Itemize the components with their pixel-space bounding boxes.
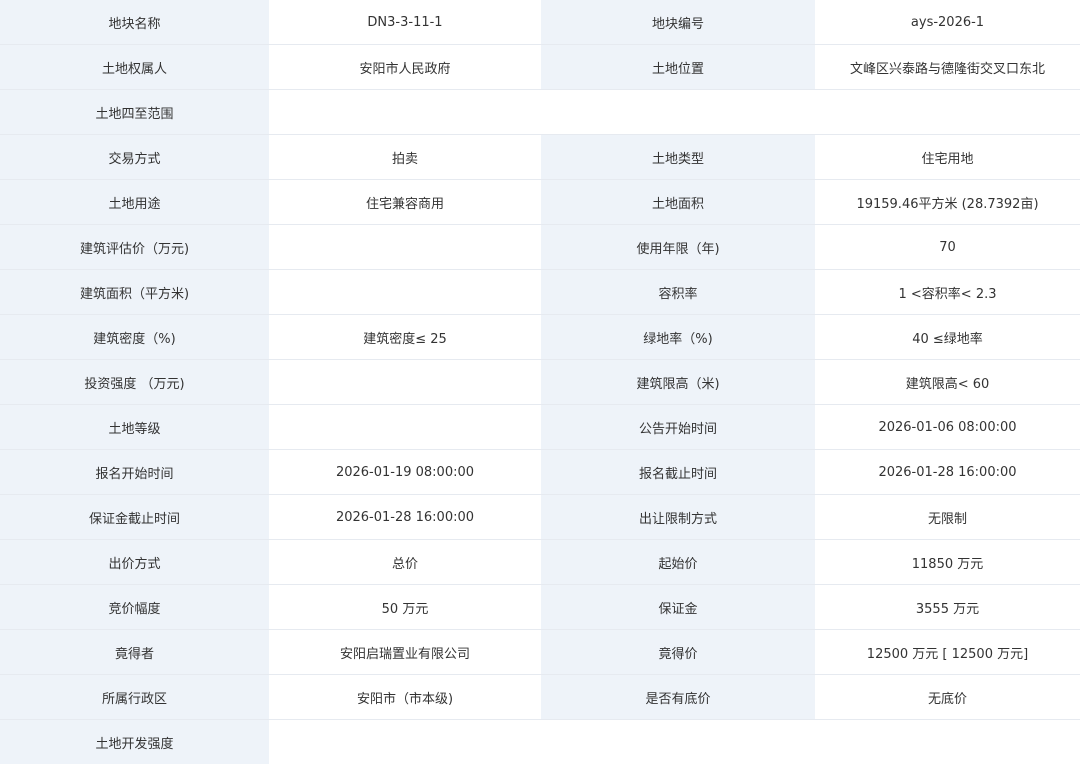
field-label: 出让限制方式 [541,495,815,540]
field-label: 土地开发强度 [0,720,269,764]
field-label: 土地等级 [0,405,269,450]
table-row: 所属行政区安阳市（市本级)是否有底价无底价 [0,675,1080,720]
table-row: 竞价幅度50 万元保证金3555 万元 [0,585,1080,630]
field-label: 建筑限高（米) [541,360,815,405]
field-value [269,720,1080,764]
field-value: 安阳市人民政府 [269,45,541,90]
table-row: 地块名称DN3-3-11-1地块编号ays-2026-1 [0,0,1080,45]
table-row: 土地权属人安阳市人民政府土地位置文峰区兴泰路与德隆街交叉口东北 [0,45,1080,90]
field-value: 安阳启瑞置业有限公司 [269,630,541,675]
field-value: 无底价 [815,675,1080,720]
table-row: 竟得者安阳启瑞置业有限公司竟得价12500 万元 [ 12500 万元] [0,630,1080,675]
field-label: 保证金 [541,585,815,630]
land-info-table: 地块名称DN3-3-11-1地块编号ays-2026-1土地权属人安阳市人民政府… [0,0,1080,764]
table-row: 建筑面积（平方米) 容积率1 <容积率< 2.3 [0,270,1080,315]
field-value [269,360,541,405]
field-value: 70 [815,225,1080,270]
field-value: 2026-01-06 08:00:00 [815,405,1080,450]
field-label: 土地位置 [541,45,815,90]
table-row: 报名开始时间2026-01-19 08:00:00报名截止时间2026-01-2… [0,450,1080,495]
field-label: 起始价 [541,540,815,585]
field-label: 报名开始时间 [0,450,269,495]
field-value [269,90,1080,135]
field-label: 容积率 [541,270,815,315]
table-row: 保证金截止时间2026-01-28 16:00:00出让限制方式无限制 [0,495,1080,540]
table-row: 出价方式总价起始价11850 万元 [0,540,1080,585]
table-row: 建筑密度（%)建筑密度≤ 25绿地率（%)40 ≤绿地率 [0,315,1080,360]
field-label: 公告开始时间 [541,405,815,450]
table-row: 交易方式拍卖土地类型住宅用地 [0,135,1080,180]
field-label: 投资强度 （万元) [0,360,269,405]
field-value [269,225,541,270]
table-row: 土地四至范围 [0,90,1080,135]
field-label: 使用年限（年) [541,225,815,270]
field-value: ays-2026-1 [815,0,1080,45]
field-value: 总价 [269,540,541,585]
field-label: 建筑评估价（万元) [0,225,269,270]
field-value: DN3-3-11-1 [269,0,541,45]
field-value: 12500 万元 [ 12500 万元] [815,630,1080,675]
field-value: 建筑密度≤ 25 [269,315,541,360]
field-value: 1 <容积率< 2.3 [815,270,1080,315]
field-value: 19159.46平方米 (28.7392亩) [815,180,1080,225]
table-row: 土地开发强度 [0,720,1080,764]
field-value: 拍卖 [269,135,541,180]
field-value: 40 ≤绿地率 [815,315,1080,360]
field-label: 是否有底价 [541,675,815,720]
field-value: 2026-01-19 08:00:00 [269,450,541,495]
field-value: 11850 万元 [815,540,1080,585]
field-label: 保证金截止时间 [0,495,269,540]
field-label: 竟得者 [0,630,269,675]
field-value: 住宅用地 [815,135,1080,180]
field-value [269,270,541,315]
field-label: 竟得价 [541,630,815,675]
field-label: 地块编号 [541,0,815,45]
field-value: 2026-01-28 16:00:00 [269,495,541,540]
field-value: 建筑限高< 60 [815,360,1080,405]
field-label: 建筑面积（平方米) [0,270,269,315]
field-label: 土地用途 [0,180,269,225]
table-row: 建筑评估价（万元) 使用年限（年)70 [0,225,1080,270]
field-value: 无限制 [815,495,1080,540]
field-label: 土地四至范围 [0,90,269,135]
field-value: 住宅兼容商用 [269,180,541,225]
field-value [269,405,541,450]
field-value: 2026-01-28 16:00:00 [815,450,1080,495]
field-label: 建筑密度（%) [0,315,269,360]
field-value: 50 万元 [269,585,541,630]
field-value: 文峰区兴泰路与德隆街交叉口东北 [815,45,1080,90]
field-value: 安阳市（市本级) [269,675,541,720]
field-label: 土地类型 [541,135,815,180]
field-label: 土地权属人 [0,45,269,90]
table-row: 投资强度 （万元) 建筑限高（米)建筑限高< 60 [0,360,1080,405]
field-label: 交易方式 [0,135,269,180]
field-label: 出价方式 [0,540,269,585]
field-label: 所属行政区 [0,675,269,720]
land-info-body: 地块名称DN3-3-11-1地块编号ays-2026-1土地权属人安阳市人民政府… [0,0,1080,764]
field-label: 绿地率（%) [541,315,815,360]
field-value: 3555 万元 [815,585,1080,630]
field-label: 竞价幅度 [0,585,269,630]
field-label: 土地面积 [541,180,815,225]
field-label: 报名截止时间 [541,450,815,495]
table-row: 土地等级 公告开始时间2026-01-06 08:00:00 [0,405,1080,450]
table-row: 土地用途住宅兼容商用土地面积19159.46平方米 (28.7392亩) [0,180,1080,225]
field-label: 地块名称 [0,0,269,45]
